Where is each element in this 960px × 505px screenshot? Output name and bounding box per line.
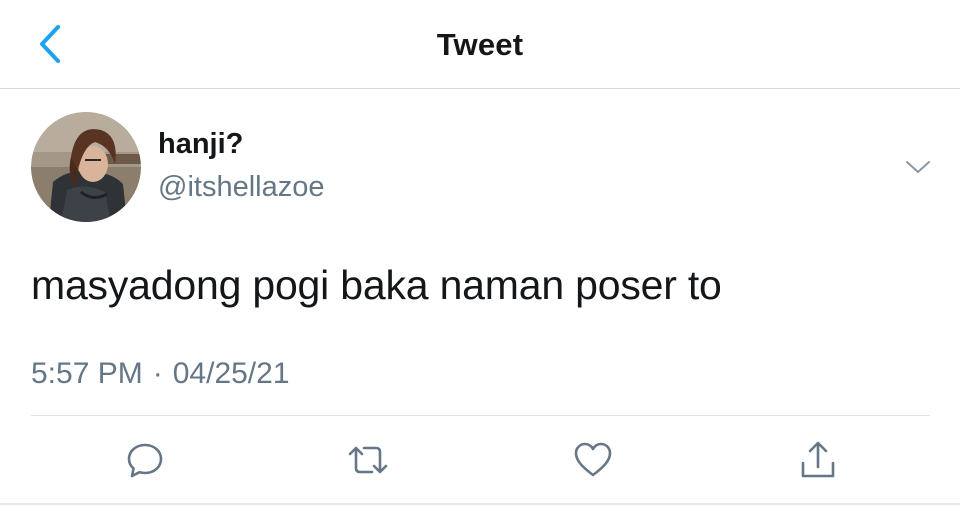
divider <box>31 415 930 416</box>
timestamp-separator: · <box>152 357 163 390</box>
share-icon <box>801 441 835 478</box>
avatar[interactable] <box>31 112 141 222</box>
like-icon <box>574 442 612 477</box>
author-handle[interactable]: @itshellazoe <box>158 171 324 204</box>
retweet-button[interactable] <box>345 437 391 483</box>
tweet-date: 04/25/21 <box>172 357 290 390</box>
share-button[interactable] <box>795 437 841 483</box>
tweet-time: 5:57 PM <box>31 357 143 390</box>
header-bar: Tweet <box>0 0 960 89</box>
reply-icon <box>127 443 163 478</box>
page-title: Tweet <box>436 27 524 62</box>
tweet-text: masyadong pogi baka naman poser to <box>31 262 722 308</box>
like-button[interactable] <box>570 437 616 483</box>
reply-button[interactable] <box>122 437 168 483</box>
tweet-detail-screen: Tweet hanji? @itshellazoe masyadong pogi… <box>0 0 960 505</box>
author-display-name[interactable]: hanji? <box>158 128 243 161</box>
tweet-timestamp: 5:57 PM · 04/25/21 <box>31 357 290 391</box>
retweet-icon <box>348 446 388 474</box>
chevron-down-icon <box>906 161 930 173</box>
avatar-image <box>31 112 141 222</box>
more-options-button[interactable] <box>898 152 938 182</box>
